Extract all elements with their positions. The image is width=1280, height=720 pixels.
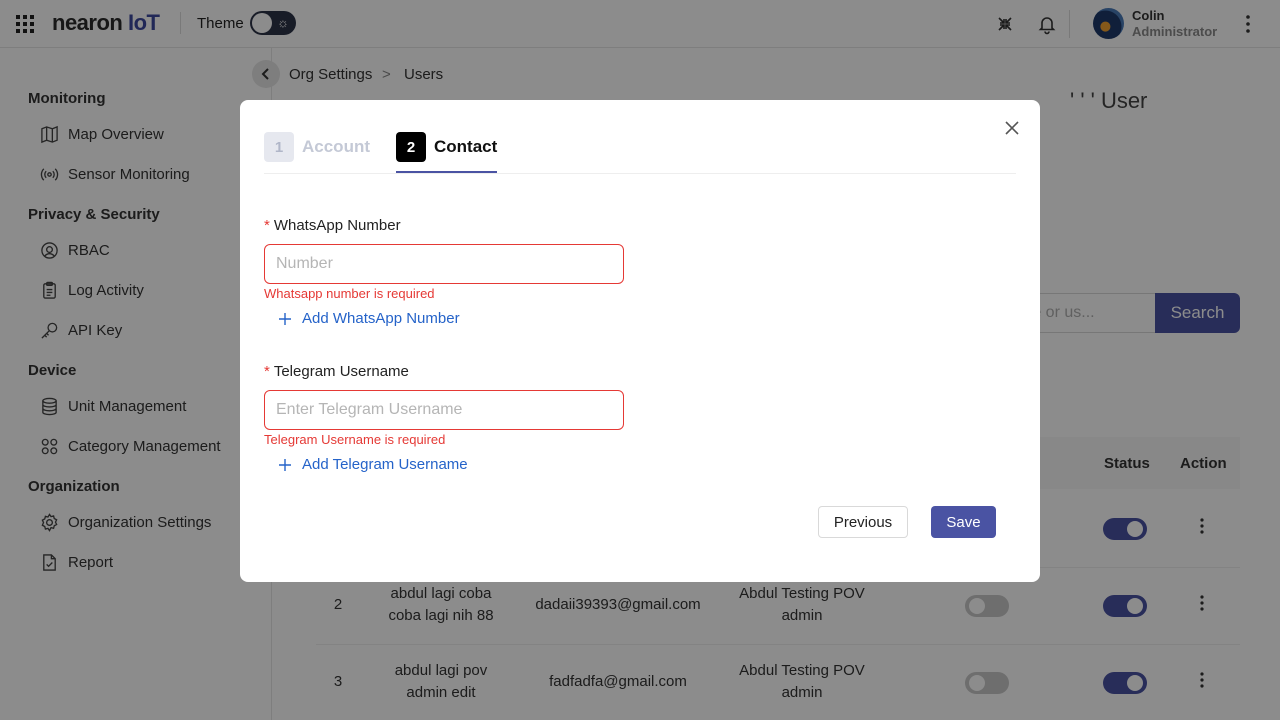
step-account[interactable]: 1 Account <box>264 132 370 162</box>
telegram-label-text: Telegram Username <box>273 363 409 380</box>
step-number: 2 <box>396 132 426 162</box>
previous-button[interactable]: Previous <box>818 506 908 538</box>
close-icon[interactable] <box>1002 118 1022 138</box>
plus-icon <box>279 312 291 325</box>
telegram-username-input[interactable] <box>264 390 624 430</box>
telegram-label: * Telegram Username <box>264 363 409 380</box>
add-telegram-label: Add Telegram Username <box>302 456 468 473</box>
add-user-modal: 1 Account 2 Contact *WhatsApp Number Wha… <box>240 100 1040 582</box>
required-mark: * <box>264 217 270 234</box>
step-label: Account <box>302 137 370 156</box>
save-button[interactable]: Save <box>931 506 996 538</box>
telegram-error: Telegram Username is required <box>264 432 446 447</box>
step-contact[interactable]: 2 Contact <box>396 132 497 162</box>
add-telegram-username-button[interactable]: Add Telegram Username <box>278 456 468 473</box>
active-step-indicator <box>396 171 497 173</box>
whatsapp-label: * WhatsApp Number <box>264 217 401 234</box>
tabs-divider <box>264 173 1016 174</box>
step-label: Contact <box>434 137 498 156</box>
step-number: 1 <box>264 132 294 162</box>
add-whatsapp-number-button[interactable]: Add WhatsApp Number <box>278 310 460 327</box>
whatsapp-label-text: WhatsApp Number <box>273 217 401 234</box>
whatsapp-error: Whatsapp number is required <box>264 286 435 301</box>
add-whatsapp-label: Add WhatsApp Number <box>302 310 460 327</box>
whatsapp-number-input[interactable] <box>264 244 624 284</box>
plus-icon <box>279 458 291 471</box>
required-mark: * <box>264 363 270 380</box>
